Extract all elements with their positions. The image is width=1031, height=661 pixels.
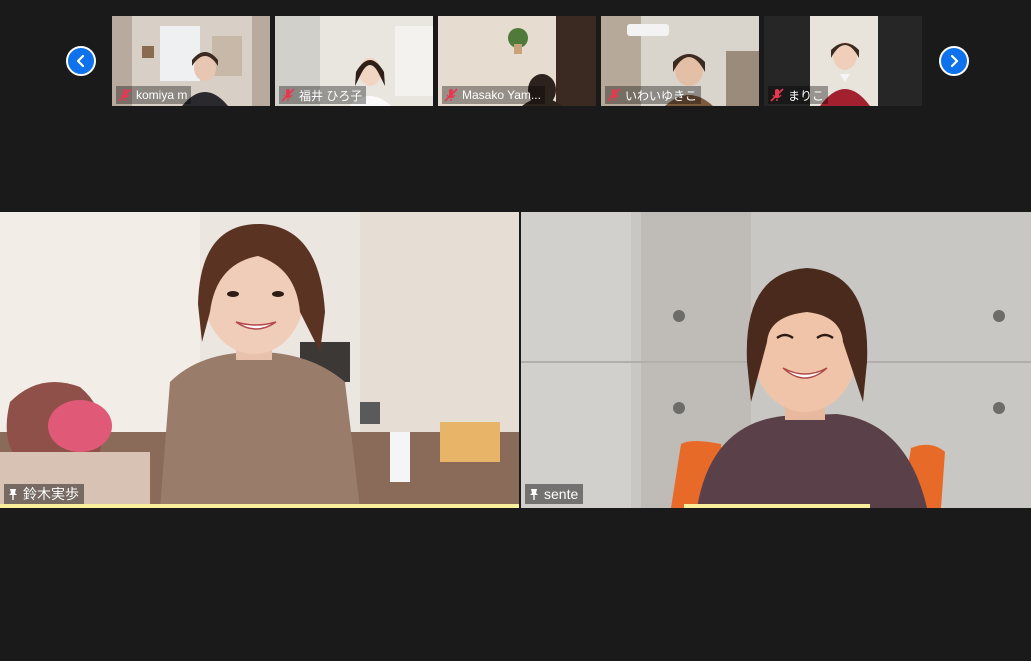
mic-muted-icon <box>281 88 295 102</box>
prev-page-button[interactable] <box>66 46 96 76</box>
active-speaker-bar <box>0 504 519 508</box>
mic-muted-icon <box>770 88 784 102</box>
participant-name: 鈴木実歩 <box>23 486 79 502</box>
participant-name: sente <box>544 486 579 502</box>
participant-thumbnail[interactable]: komiya m <box>112 16 270 106</box>
participant-thumbnail[interactable]: まりこ <box>764 16 922 106</box>
next-page-button[interactable] <box>939 46 969 76</box>
participant-name: komiya m <box>136 88 188 102</box>
main-video-tile[interactable]: 鈴木実歩 <box>0 212 519 508</box>
participant-name: まりこ <box>788 88 825 103</box>
participant-name-label: 福井 ひろ子 <box>279 86 367 104</box>
chevron-left-icon <box>76 54 85 68</box>
pin-icon <box>9 489 17 500</box>
participant-name: いわいゆきこ <box>625 88 698 103</box>
participant-video <box>0 212 519 508</box>
participant-name-label: Masako Yam... <box>442 86 545 104</box>
participant-thumbnail[interactable]: いわいゆきこ <box>601 16 759 106</box>
audio-level-bar <box>684 504 870 508</box>
participant-thumbnail[interactable]: 福井 ひろ子 <box>275 16 433 106</box>
participant-video <box>521 212 1031 508</box>
participant-name: 福井 ひろ子 <box>299 88 363 103</box>
gallery-strip: komiya m 福井 ひろ子 Masako Yam... いわいゆきこ まりこ <box>0 0 1031 110</box>
participant-name-label: sente <box>525 484 584 504</box>
participant-name-label: 鈴木実歩 <box>4 484 84 504</box>
main-video-tile[interactable]: sente <box>521 212 1031 508</box>
participant-name-label: いわいゆきこ <box>605 86 702 104</box>
mic-muted-icon <box>607 88 621 102</box>
pin-icon <box>530 489 538 500</box>
chevron-right-icon <box>950 54 959 68</box>
mic-muted-icon <box>118 88 132 102</box>
participant-name: Masako Yam... <box>462 88 541 102</box>
mic-muted-icon <box>444 88 458 102</box>
participant-name-label: komiya m <box>116 86 192 104</box>
participant-name-label: まりこ <box>768 86 829 104</box>
participant-thumbnail[interactable]: Masako Yam... <box>438 16 596 106</box>
